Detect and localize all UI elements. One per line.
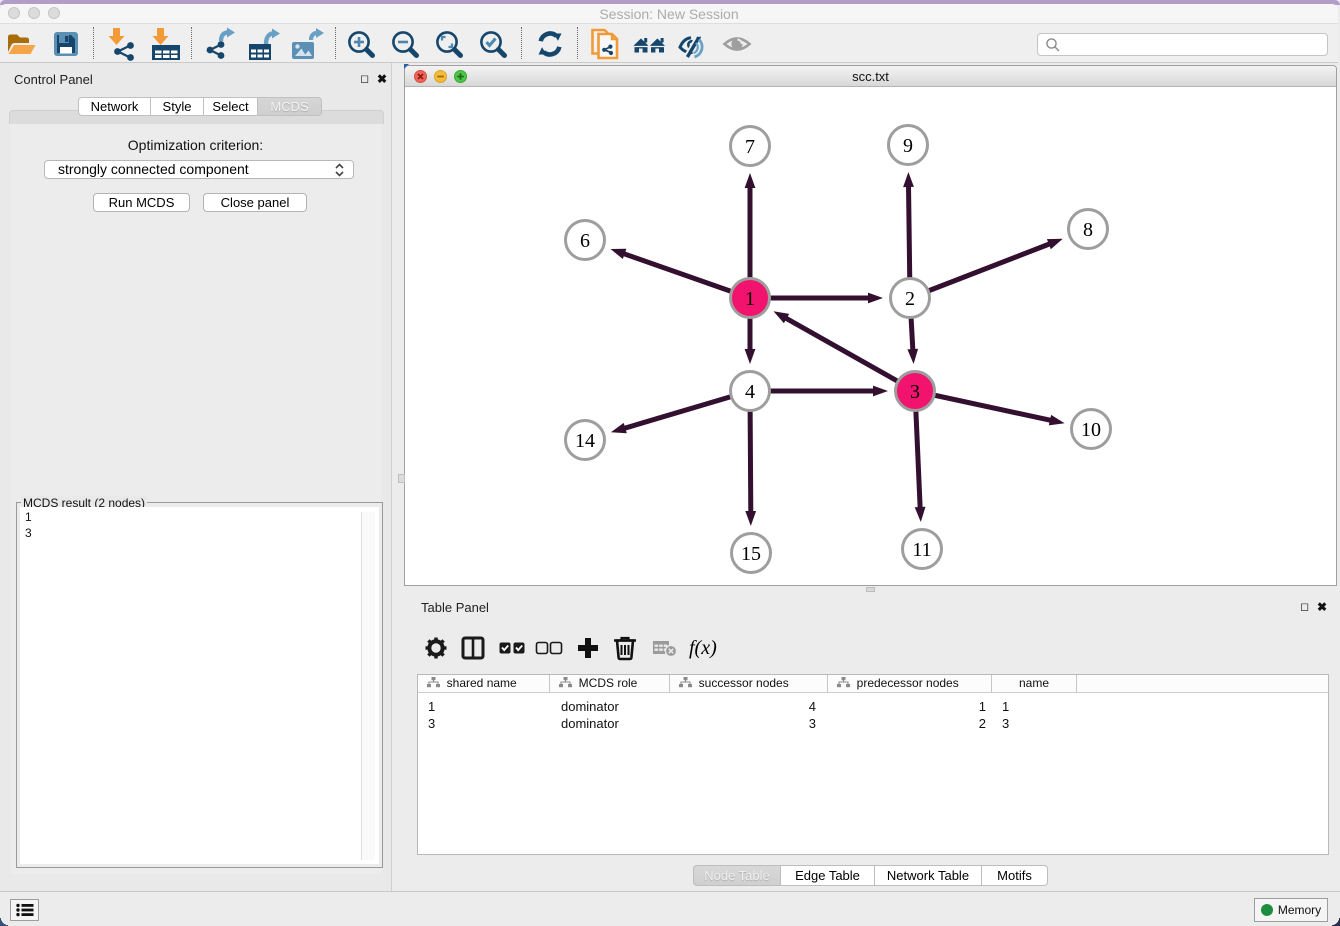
svg-text:14: 14 bbox=[575, 430, 595, 452]
svg-text:8: 8 bbox=[1083, 219, 1093, 241]
svg-text:6: 6 bbox=[580, 230, 590, 252]
svg-text:f(x): f(x) bbox=[689, 637, 717, 659]
svg-text:3: 3 bbox=[910, 381, 920, 403]
svg-text:7: 7 bbox=[745, 136, 755, 158]
svg-text:4: 4 bbox=[745, 381, 755, 403]
svg-text:10: 10 bbox=[1081, 419, 1101, 441]
svg-text:15: 15 bbox=[741, 543, 761, 565]
svg-text:1: 1 bbox=[745, 288, 755, 310]
svg-text:11: 11 bbox=[912, 539, 931, 561]
svg-text:9: 9 bbox=[903, 135, 913, 157]
svg-text:2: 2 bbox=[905, 288, 915, 310]
